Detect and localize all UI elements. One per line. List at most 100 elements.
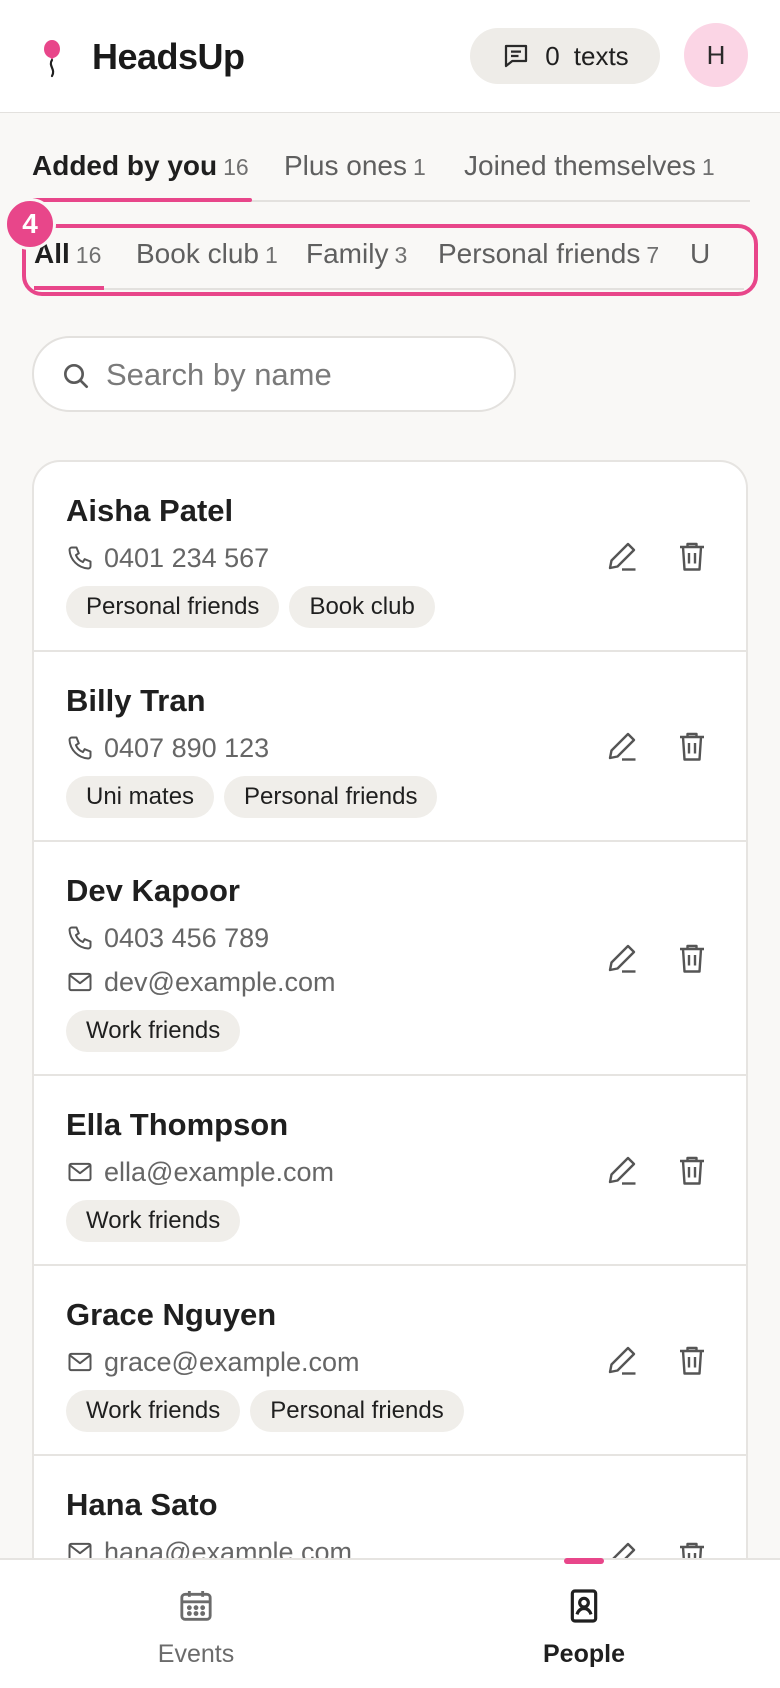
app-header: HeadsUp 0 texts H — [0, 0, 780, 113]
person-name: Ella Thompson — [66, 1107, 289, 1142]
person-card[interactable]: Dev Kapoor 0403 456 789 dev@example.com … — [34, 842, 746, 1076]
delete-button[interactable] — [674, 1342, 710, 1378]
tab-count: 1 — [264, 242, 278, 268]
person-card[interactable]: Billy Tran 0407 890 123 Uni mates Person… — [34, 652, 746, 842]
tab-count: 16 — [223, 154, 249, 180]
mail-icon — [68, 1352, 92, 1372]
person-card[interactable]: Hana Sato hana@example.com — [34, 1456, 746, 1560]
mail-icon — [68, 972, 92, 992]
email-address: grace@example.com — [104, 1346, 360, 1377]
tab-count: 3 — [394, 242, 408, 268]
tab-joined-themselves[interactable]: Joined themselves 1 — [464, 150, 715, 182]
tab-label: Personal friends — [438, 238, 641, 269]
tab-label: Joined themselves — [464, 150, 696, 181]
balloon-logo-icon — [44, 40, 60, 78]
texts-count: 0 — [545, 40, 560, 71]
tag-list: Uni mates Personal friends — [66, 776, 746, 818]
tag-list: Work friends Personal friends — [66, 1390, 746, 1432]
group-tag: Work friends — [66, 1200, 241, 1242]
row-actions — [604, 728, 710, 764]
phone-icon — [68, 736, 92, 760]
search-input[interactable] — [106, 354, 496, 396]
active-tab-underline — [32, 198, 252, 202]
person-card[interactable]: Ella Thompson ella@example.com Work frie… — [34, 1076, 746, 1266]
group-tabs-highlight: All 16 Book club 1 Family 3 Personal friend… — [22, 224, 758, 296]
app-name: HeadsUp — [92, 36, 245, 77]
trash-icon — [680, 1156, 704, 1185]
email-address: dev@example.com — [104, 966, 336, 997]
trash-icon — [680, 1542, 704, 1560]
message-icon — [505, 44, 528, 68]
tab-added-by-you[interactable]: Added by you 16 — [32, 150, 252, 202]
edit-button[interactable] — [604, 1342, 640, 1378]
delete-button[interactable] — [674, 728, 710, 764]
edit-button[interactable] — [604, 1538, 640, 1560]
search-icon — [64, 364, 88, 388]
pencil-icon — [608, 944, 636, 973]
trash-icon — [680, 542, 704, 571]
active-nav-indicator — [564, 1558, 604, 1564]
nav-events[interactable]: Events — [96, 1560, 296, 1688]
tag-list: Work friends — [66, 1200, 746, 1242]
nav-label: Events — [157, 1640, 235, 1668]
tab-label: Plus ones — [284, 150, 407, 181]
edit-button[interactable] — [604, 940, 640, 976]
tab-count: 1 — [701, 154, 715, 180]
trash-icon — [680, 732, 704, 761]
contacts-book-icon — [570, 1589, 598, 1623]
group-tag: Personal friends — [224, 776, 438, 818]
delete-button[interactable] — [674, 940, 710, 976]
calendar-icon — [180, 1591, 212, 1621]
texts-counter-button[interactable]: 0 texts — [470, 28, 660, 84]
delete-button[interactable] — [674, 538, 710, 574]
search-box — [32, 336, 516, 412]
group-tag: Personal friends — [250, 1390, 464, 1432]
delete-button[interactable] — [674, 1538, 710, 1560]
person-name: Hana Sato — [66, 1487, 218, 1522]
active-tab-underline — [34, 286, 104, 290]
person-name: Billy Tran — [66, 683, 206, 718]
row-actions — [604, 538, 710, 574]
group-tab-family[interactable]: Family 3 — [306, 238, 407, 270]
row-actions — [604, 1342, 710, 1378]
bottom-navigation: Events People — [0, 1558, 780, 1688]
edit-button[interactable] — [604, 538, 640, 574]
trash-icon — [680, 1346, 704, 1375]
person-card[interactable]: Grace Nguyen grace@example.com Work frie… — [34, 1266, 746, 1456]
delete-button[interactable] — [674, 1152, 710, 1188]
tab-plus-ones[interactable]: Plus ones 1 — [284, 150, 426, 182]
group-tab-book-club[interactable]: Book club 1 — [136, 238, 278, 270]
group-tag: Work friends — [66, 1010, 241, 1052]
person-card[interactable]: Aisha Patel 0401 234 567 Personal friend… — [34, 462, 746, 652]
row-actions — [604, 940, 710, 976]
tab-label: Family — [306, 238, 389, 269]
email-address: ella@example.com — [104, 1156, 335, 1187]
edit-button[interactable] — [604, 1152, 640, 1188]
edit-button[interactable] — [604, 728, 640, 764]
row-actions — [604, 1538, 710, 1560]
mail-icon — [68, 1542, 92, 1560]
tab-label: Added by you — [32, 150, 218, 181]
nav-people[interactable]: People — [484, 1558, 684, 1688]
step-number-badge: 4 — [4, 198, 56, 250]
person-name: Grace Nguyen — [66, 1297, 277, 1332]
pencil-icon — [608, 542, 636, 571]
user-avatar[interactable]: H — [684, 23, 748, 87]
people-list: Aisha Patel 0401 234 567 Personal friend… — [32, 460, 748, 1560]
tab-count: 16 — [75, 242, 102, 268]
source-tabs: Added by you 16 Plus ones 1 Joined themsel… — [32, 146, 750, 202]
group-tag: Book club — [289, 586, 435, 628]
group-tab-uni-mates[interactable]: U — [690, 238, 710, 270]
pencil-icon — [608, 1346, 636, 1375]
group-tag: Work friends — [66, 1390, 241, 1432]
group-tab-personal-friends[interactable]: Personal friends 7 — [438, 238, 659, 270]
tab-count: 1 — [412, 154, 426, 180]
pencil-icon — [610, 1542, 636, 1560]
tag-list: Work friends — [66, 1010, 746, 1052]
group-tag: Uni mates — [66, 776, 215, 818]
group-tabs: All 16 Book club 1 Family 3 Personal friend… — [34, 228, 754, 292]
tab-count: 7 — [646, 242, 660, 268]
tag-list: Personal friends Book club — [66, 586, 746, 628]
phone-icon — [68, 546, 92, 570]
nav-label: People — [543, 1640, 625, 1668]
